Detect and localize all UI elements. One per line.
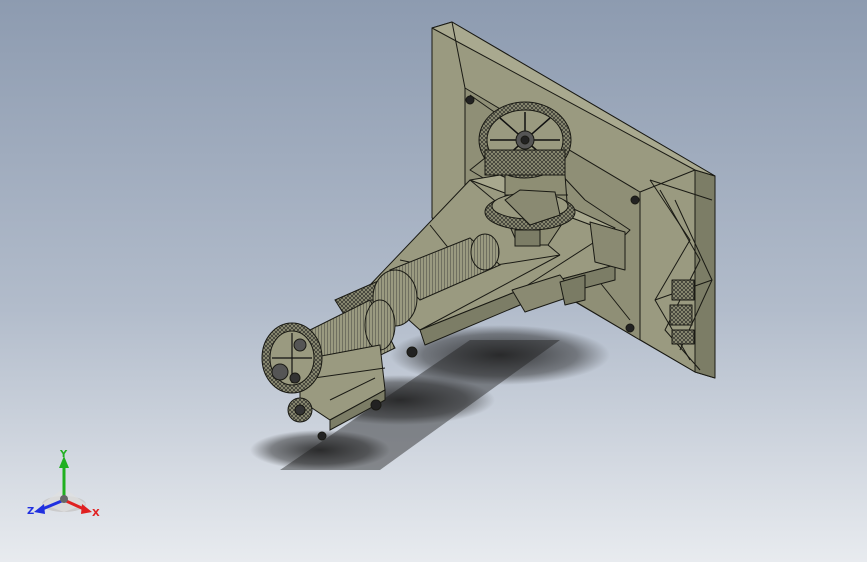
z-axis-arrow [34, 504, 45, 514]
x-axis-label: X [92, 508, 100, 519]
graphics-viewport[interactable]: Y X Z [0, 0, 867, 562]
axis-triad-graphic: Y X Z [27, 449, 100, 519]
y-axis-label: Y [59, 449, 68, 460]
cad-model-wireframe[interactable] [0, 0, 867, 562]
z-axis-label: Z [27, 506, 34, 517]
axis-triad[interactable]: Y X Z [26, 448, 106, 523]
x-axis-arrow [81, 504, 92, 514]
